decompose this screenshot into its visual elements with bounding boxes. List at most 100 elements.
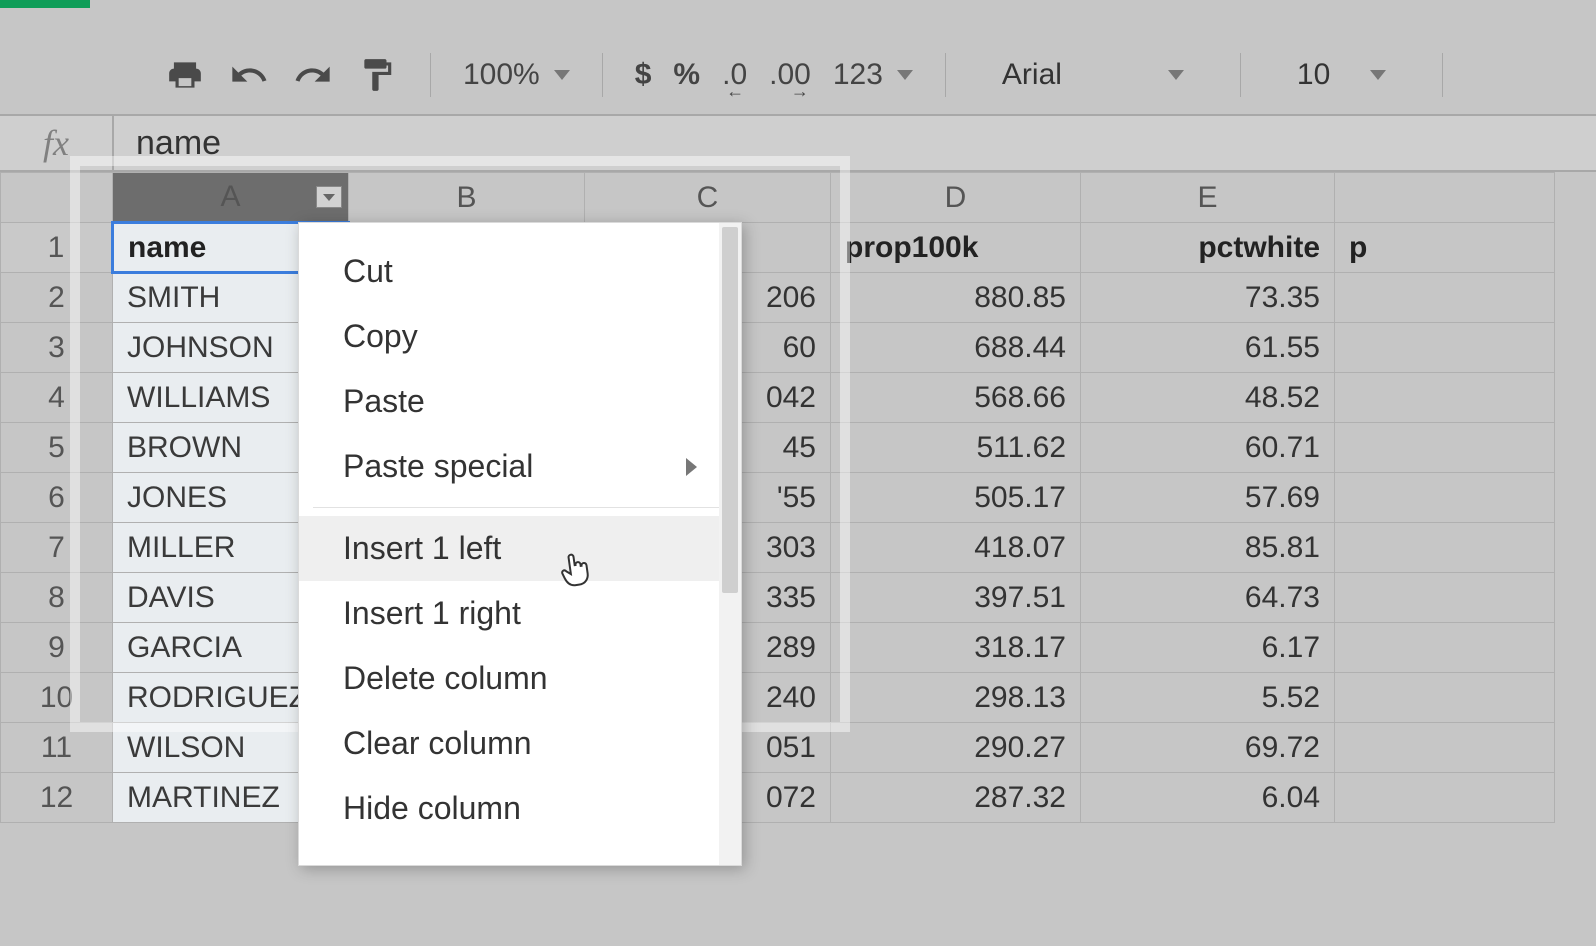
cell[interactable]: 505.17 [831, 473, 1081, 523]
cell[interactable] [1335, 773, 1555, 823]
decrease-decimal-button[interactable]: .0 ← [722, 58, 747, 92]
cell[interactable]: 57.69 [1081, 473, 1335, 523]
cell[interactable]: 287.32 [831, 773, 1081, 823]
paint-format-icon[interactable] [356, 54, 398, 96]
formula-bar-input[interactable]: name [114, 124, 221, 163]
cell[interactable]: 397.51 [831, 573, 1081, 623]
menu-label: Delete column [343, 660, 548, 697]
cell[interactable]: 298.13 [831, 673, 1081, 723]
cell[interactable]: 5.52 [1081, 673, 1335, 723]
cell-value: JONES [127, 481, 227, 514]
row-header[interactable]: 1 [1, 223, 113, 273]
cell[interactable] [1335, 673, 1555, 723]
menu-item-delete-column[interactable]: Delete column [299, 646, 741, 711]
row-header[interactable]: 11 [1, 723, 113, 773]
cell[interactable]: 64.73 [1081, 573, 1335, 623]
cell[interactable]: 290.27 [831, 723, 1081, 773]
cell[interactable] [1335, 523, 1555, 573]
menu-item-paste-special[interactable]: Paste special [299, 434, 741, 499]
cell[interactable] [1335, 623, 1555, 673]
cell[interactable]: 880.85 [831, 273, 1081, 323]
cell-value: 688.44 [974, 331, 1066, 364]
column-menu-button[interactable] [316, 186, 342, 208]
cell[interactable]: 6.04 [1081, 773, 1335, 823]
row-header[interactable]: 9 [1, 623, 113, 673]
cell[interactable] [1335, 473, 1555, 523]
menu-item-hide-column[interactable]: Hide column [299, 776, 741, 841]
cell[interactable] [1335, 323, 1555, 373]
menu-item-insert-left[interactable]: Insert 1 left [299, 516, 741, 581]
row-header[interactable]: 12 [1, 773, 113, 823]
cell[interactable]: 6.17 [1081, 623, 1335, 673]
row-number: 5 [48, 431, 65, 464]
cell-value: 289 [766, 631, 816, 664]
cell[interactable] [1335, 723, 1555, 773]
font-family-dropdown[interactable]: Arial [978, 46, 1208, 104]
menu-item-clear-column[interactable]: Clear column [299, 711, 741, 776]
cell-value: 5.52 [1262, 681, 1320, 714]
cell-E1[interactable]: pctwhite [1081, 223, 1335, 273]
font-size-dropdown[interactable]: 10 [1273, 46, 1410, 104]
cell[interactable]: 69.72 [1081, 723, 1335, 773]
row-header[interactable]: 4 [1, 373, 113, 423]
format-percent-button[interactable]: % [673, 58, 700, 92]
column-header-A[interactable]: A [113, 173, 349, 223]
menu-item-insert-right[interactable]: Insert 1 right [299, 581, 741, 646]
cell-value: 042 [766, 381, 816, 414]
cell[interactable]: 85.81 [1081, 523, 1335, 573]
row-number: 8 [48, 581, 65, 614]
row-header[interactable]: 5 [1, 423, 113, 473]
chevron-down-icon [554, 70, 570, 80]
print-icon[interactable] [164, 54, 206, 96]
cell-F1[interactable]: p [1335, 223, 1555, 273]
cell[interactable]: 688.44 [831, 323, 1081, 373]
row-header[interactable]: 10 [1, 673, 113, 723]
select-all-corner[interactable] [1, 173, 113, 223]
cell-value: 240 [766, 681, 816, 714]
context-menu-scrollbar[interactable] [719, 223, 741, 865]
format-currency-button[interactable]: $ [635, 58, 652, 92]
menu-label: Copy [343, 318, 418, 355]
cell[interactable] [1335, 373, 1555, 423]
row-header[interactable]: 2 [1, 273, 113, 323]
cell-value: 60 [783, 331, 816, 364]
zoom-dropdown[interactable]: 100% [463, 58, 570, 92]
row-header[interactable]: 7 [1, 523, 113, 573]
cell-value: GARCIA [127, 631, 242, 664]
menu-item-cut[interactable]: Cut [299, 239, 741, 304]
increase-decimal-button[interactable]: .00 → [769, 58, 811, 92]
undo-icon[interactable] [228, 54, 270, 96]
row-header[interactable]: 3 [1, 323, 113, 373]
column-header-E[interactable]: E [1081, 173, 1335, 223]
cell[interactable]: 568.66 [831, 373, 1081, 423]
cell-value: 57.69 [1245, 481, 1320, 514]
cell-D1[interactable]: prop100k [831, 223, 1081, 273]
cell-value: p [1349, 231, 1367, 264]
cell[interactable]: 48.52 [1081, 373, 1335, 423]
cell-value: 69.72 [1245, 731, 1320, 764]
cell[interactable]: 73.35 [1081, 273, 1335, 323]
row-number: 3 [48, 331, 65, 364]
menu-item-copy[interactable]: Copy [299, 304, 741, 369]
cell[interactable]: 418.07 [831, 523, 1081, 573]
more-formats-dropdown[interactable]: 123 [833, 58, 913, 92]
cell[interactable]: 61.55 [1081, 323, 1335, 373]
column-header-F[interactable] [1335, 173, 1555, 223]
toolbar-separator [602, 53, 603, 97]
redo-icon[interactable] [292, 54, 334, 96]
column-header-B[interactable]: B [349, 173, 585, 223]
toolbar-separator [1240, 53, 1241, 97]
cell[interactable]: 511.62 [831, 423, 1081, 473]
cell[interactable] [1335, 423, 1555, 473]
cell[interactable] [1335, 273, 1555, 323]
cell[interactable]: 60.71 [1081, 423, 1335, 473]
column-header-C[interactable]: C [585, 173, 831, 223]
cell[interactable]: 318.17 [831, 623, 1081, 673]
row-header[interactable]: 8 [1, 573, 113, 623]
column-header-D[interactable]: D [831, 173, 1081, 223]
menu-item-paste[interactable]: Paste [299, 369, 741, 434]
scrollbar-thumb[interactable] [722, 227, 738, 593]
cell-value: 6.04 [1262, 781, 1320, 814]
cell[interactable] [1335, 573, 1555, 623]
row-header[interactable]: 6 [1, 473, 113, 523]
